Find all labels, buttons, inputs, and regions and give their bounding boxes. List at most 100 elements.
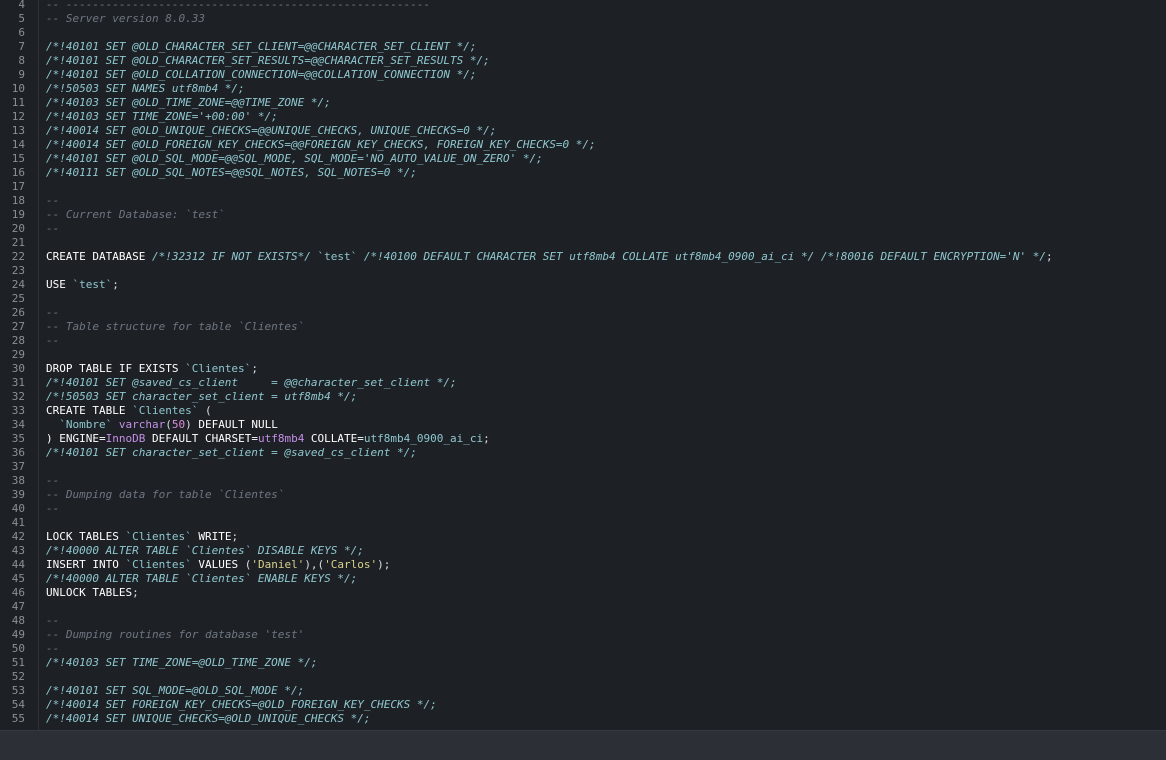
code-line[interactable]: 11 /*!40103 SET @OLD_TIME_ZONE=@@TIME_ZON… [0,96,1166,110]
code-line[interactable]: 28 -- [0,334,1166,348]
code-line[interactable]: 47 [0,600,1166,614]
code-line[interactable]: 29 [0,348,1166,362]
code-lines[interactable]: 4 -- ------------------------------------… [0,0,1166,726]
line-code: /*!40101 SET @OLD_CHARACTER_SET_CLIENT=@… [46,40,476,54]
code-token: /*!40000 ALTER TABLE `Clientes` DISABLE … [46,544,364,557]
code-line[interactable]: 52 [0,670,1166,684]
code-token: /*!40101 SET @saved_cs_client = @@charac… [46,376,457,389]
line-code: /*!40101 SET SQL_MODE=@OLD_SQL_MODE */; [46,684,304,698]
code-line[interactable]: 20 -- [0,222,1166,236]
code-token: 'Daniel' [251,558,305,571]
line-number: 46 [11,586,25,599]
code-line[interactable]: 10 /*!50503 SET NAMES utf8mb4 */; [0,82,1166,96]
code-line[interactable]: 43 /*!40000 ALTER TABLE `Clientes` DISABL… [0,544,1166,558]
line-number: 13 [11,124,25,137]
code-token: USE [46,278,73,291]
code-token: /*!40014 SET @OLD_FOREIGN_KEY_CHECKS=@@F… [46,138,596,151]
code-line[interactable]: 49 -- Dumping routines for database 'test… [0,628,1166,642]
code-line[interactable]: 12 /*!40103 SET TIME_ZONE='+00:00' */; [0,110,1166,124]
code-line[interactable]: 38 -- [0,474,1166,488]
code-token: /*!40101 SET SQL_MODE=@OLD_SQL_MODE */; [46,684,305,697]
code-line[interactable]: 34 `Nombre` varchar(50) DEFAULT NULL [0,418,1166,432]
code-token: `Nombre` [59,418,113,431]
code-token: DROP TABLE IF EXISTS [46,362,186,375]
line-number: 40 [11,502,25,515]
code-line[interactable]: 24 USE `test`; [0,278,1166,292]
code-line[interactable]: 50 -- [0,642,1166,656]
code-line[interactable]: 37 [0,460,1166,474]
line-number: 7 [18,40,25,53]
code-line[interactable]: 51 /*!40103 SET TIME_ZONE=@OLD_TIME_ZONE … [0,656,1166,670]
code-token: LOCK TABLES [46,530,126,543]
code-line[interactable]: 8 /*!40101 SET @OLD_CHARACTER_SET_RESULTS… [0,54,1166,68]
line-number: 54 [11,698,25,711]
code-line[interactable]: 4 -- ------------------------------------… [0,0,1166,12]
code-line[interactable]: 21 [0,236,1166,250]
code-line[interactable]: 13 /*!40014 SET @OLD_UNIQUE_CHECKS=@@UNIQ… [0,124,1166,138]
code-line[interactable]: 53 /*!40101 SET SQL_MODE=@OLD_SQL_MODE */… [0,684,1166,698]
code-line[interactable]: 18 -- [0,194,1166,208]
code-line[interactable]: 14 /*!40014 SET @OLD_FOREIGN_KEY_CHECKS=@… [0,138,1166,152]
line-number: 34 [11,418,25,431]
code-line[interactable]: 23 [0,264,1166,278]
code-line[interactable]: 54 /*!40014 SET FOREIGN_KEY_CHECKS=@OLD_F… [0,698,1166,712]
code-line[interactable]: 6 [0,26,1166,40]
code-line[interactable]: 33 CREATE TABLE `Clientes` ( [0,404,1166,418]
code-line[interactable]: 25 [0,292,1166,306]
code-token: -- [46,474,60,487]
code-line[interactable]: 55 /*!40014 SET UNIQUE_CHECKS=@OLD_UNIQUE… [0,712,1166,726]
line-number: 20 [11,222,25,235]
status-bar [0,730,1166,760]
line-code: -- Server version 8.0.33 [46,12,205,26]
code-line[interactable]: 44 INSERT INTO `Clientes` VALUES ('Daniel… [0,558,1166,572]
code-line[interactable]: 42 LOCK TABLES `Clientes` WRITE; [0,530,1166,544]
line-number: 28 [11,334,25,347]
line-number: 19 [11,208,25,221]
code-line[interactable]: 7 /*!40101 SET @OLD_CHARACTER_SET_CLIENT=… [0,40,1166,54]
line-code: /*!40103 SET @OLD_TIME_ZONE=@@TIME_ZONE … [46,96,331,110]
code-token: utf8mb4 [257,432,305,445]
code-line[interactable]: 36 /*!40101 SET character_set_client = @s… [0,446,1166,460]
code-editor[interactable]: 4 -- ------------------------------------… [0,0,1166,730]
code-line[interactable]: 26 -- [0,306,1166,320]
line-code: -- [46,502,59,516]
line-number: 45 [11,572,25,585]
code-line[interactable]: 5 -- Server version 8.0.33 [0,12,1166,26]
code-line[interactable]: 31 /*!40101 SET @saved_cs_client = @@char… [0,376,1166,390]
line-number: 24 [11,278,25,291]
line-code: `Nombre` varchar(50) DEFAULT NULL [46,418,278,432]
code-token: /*!40014 SET UNIQUE_CHECKS=@OLD_UNIQUE_C… [46,712,371,725]
code-line[interactable]: 19 -- Current Database: `test` [0,208,1166,222]
code-token: INSERT INTO [46,558,126,571]
code-line[interactable]: 39 -- Dumping data for table `Clientes` [0,488,1166,502]
code-line[interactable]: 9 /*!40101 SET @OLD_COLLATION_CONNECTION=… [0,68,1166,82]
code-line[interactable]: 40 -- [0,502,1166,516]
line-code: -- [46,642,59,656]
line-number: 53 [11,684,25,697]
code-line[interactable]: 30 DROP TABLE IF EXISTS `Clientes`; [0,362,1166,376]
code-line[interactable]: 35) ENGINE=InnoDB DEFAULT CHARSET=utf8mb… [0,432,1166,446]
line-code: /*!40101 SET character_set_client = @sav… [46,446,417,460]
line-number: 4 [18,0,25,11]
line-code: /*!40014 SET UNIQUE_CHECKS=@OLD_UNIQUE_C… [46,712,371,726]
code-line[interactable]: 27 -- Table structure for table `Clientes… [0,320,1166,334]
line-number: 31 [11,376,25,389]
code-line[interactable]: 17 [0,180,1166,194]
code-line[interactable]: 46 UNLOCK TABLES; [0,586,1166,600]
code-token: /*!40000 ALTER TABLE `Clientes` ENABLE K… [46,572,358,585]
code-token: ) [185,418,199,431]
code-line[interactable]: 16 /*!40111 SET @OLD_SQL_NOTES=@@SQL_NOTE… [0,166,1166,180]
code-line[interactable]: 41 [0,516,1166,530]
line-number: 12 [11,110,25,123]
code-line[interactable]: 22 CREATE DATABASE /*!32312 IF NOT EXISTS… [0,250,1166,264]
line-code: /*!40101 SET @saved_cs_client = @@charac… [46,376,457,390]
line-number: 33 [11,404,25,417]
code-token: -- [46,642,60,655]
code-line[interactable]: 48 -- [0,614,1166,628]
code-token: -- Dumping routines for database 'test' [46,628,305,641]
code-line[interactable]: 15 /*!40101 SET @OLD_SQL_MODE=@@SQL_MODE,… [0,152,1166,166]
code-line[interactable]: 32 /*!50503 SET character_set_client = ut… [0,390,1166,404]
line-number: 6 [18,26,25,39]
code-line[interactable]: 45 /*!40000 ALTER TABLE `Clientes` ENABLE… [0,572,1166,586]
